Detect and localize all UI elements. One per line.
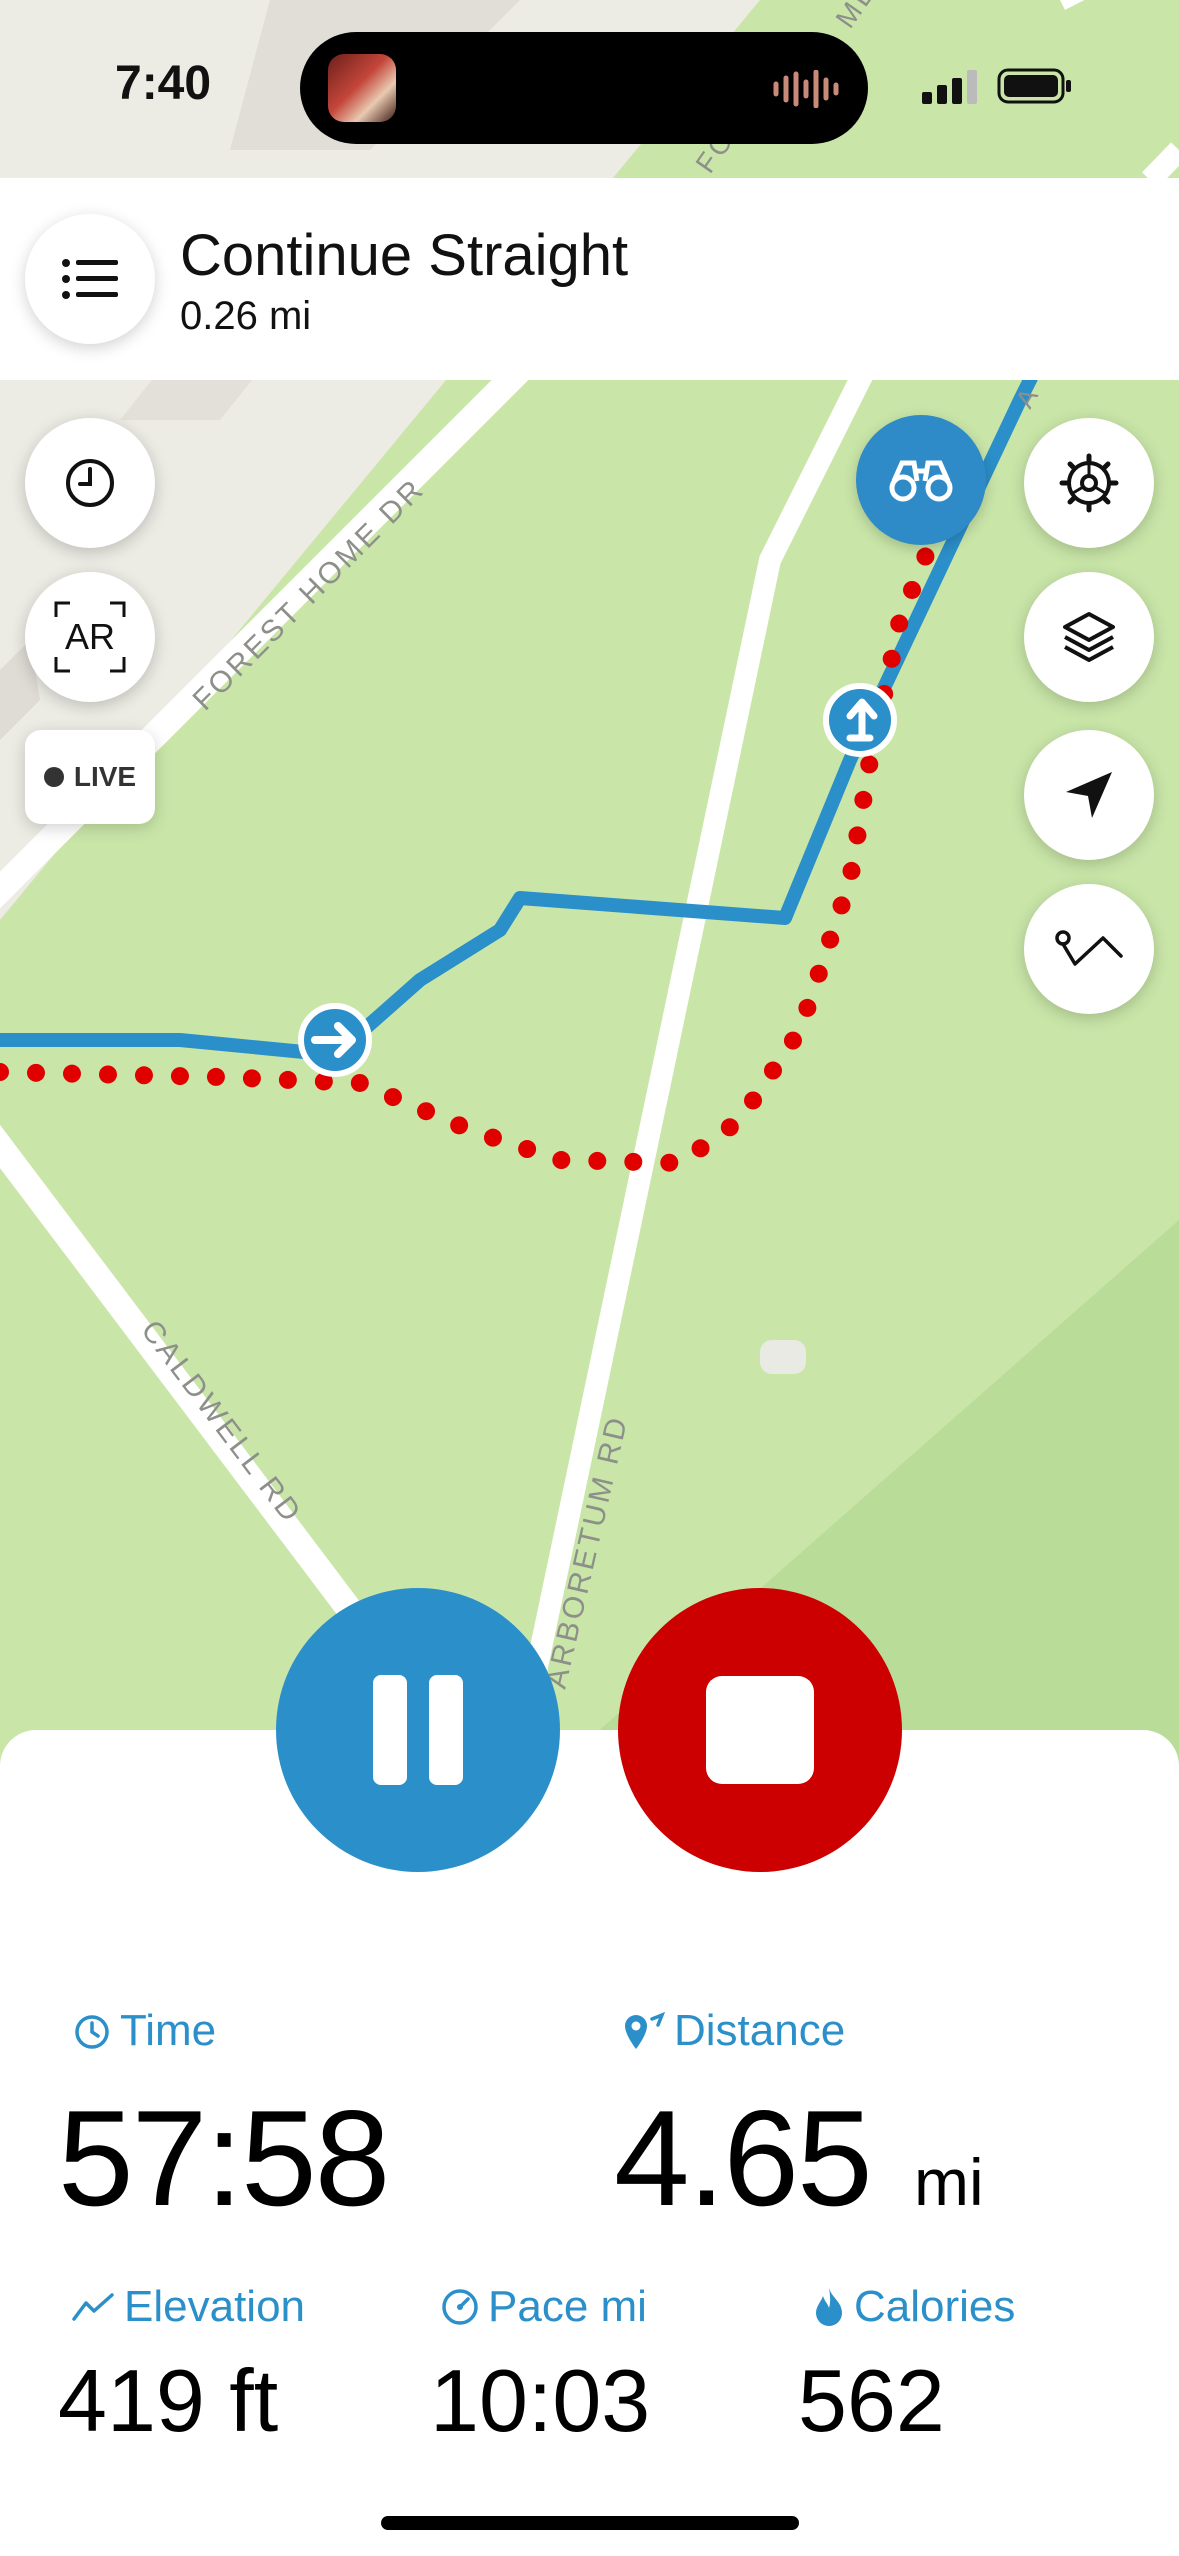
cellular-signal-icon — [922, 70, 977, 104]
time-value: 57:58 — [58, 2082, 390, 2234]
navigation-banner[interactable]: Continue Straight 0.26 mi — [0, 178, 1179, 380]
turn-marker-up — [823, 683, 897, 757]
speedometer-icon — [442, 2289, 478, 2325]
history-button[interactable] — [25, 418, 155, 548]
svg-text:AR: AR — [65, 616, 115, 657]
pause-button[interactable] — [276, 1588, 560, 1872]
map-layers-button[interactable] — [1024, 572, 1154, 702]
now-playing-artwork — [328, 54, 396, 122]
clock-icon — [66, 459, 114, 507]
ar-button[interactable]: AR — [25, 572, 155, 702]
audio-waveform-icon — [773, 70, 839, 108]
home-indicator[interactable] — [381, 2516, 799, 2530]
nav-instruction: Continue Straight — [180, 223, 629, 288]
time-stat-label: Time — [72, 2006, 216, 2056]
directions-list-button[interactable] — [25, 214, 155, 344]
live-tracking-button[interactable]: LIVE — [25, 730, 155, 824]
calories-value: 562 — [798, 2351, 945, 2450]
pace-value: 10:03 — [430, 2351, 651, 2450]
live-label: LIVE — [73, 761, 137, 792]
stop-button[interactable] — [618, 1588, 902, 1872]
pause-icon-bar — [429, 1675, 463, 1785]
stop-icon — [706, 1676, 814, 1784]
layers-icon — [1063, 612, 1115, 662]
recenter-location-button[interactable] — [1024, 730, 1154, 860]
distance-stat-label: Distance — [622, 2006, 845, 2056]
list-icon — [62, 259, 118, 299]
live-dot-icon — [43, 767, 64, 787]
pause-icon — [373, 1675, 407, 1785]
elevation-stat-label: Elevation — [72, 2282, 305, 2332]
dynamic-island[interactable] — [300, 32, 868, 144]
distance-value: 4.65 — [614, 2082, 873, 2234]
route-button[interactable] — [1024, 884, 1154, 1014]
battery-icon — [997, 68, 1071, 104]
binoculars-icon — [889, 460, 953, 502]
status-bar: 7:40 — [0, 0, 1179, 170]
calories-label-text: Calories — [854, 2282, 1016, 2331]
timer-icon — [75, 2015, 109, 2049]
location-arrow-icon — [1066, 772, 1112, 818]
settings-button[interactable] — [1024, 418, 1154, 548]
distance-label-text: Distance — [674, 2006, 846, 2055]
turn-marker-right — [298, 1003, 372, 1077]
clock: 7:40 — [115, 57, 212, 110]
gear-icon — [1059, 453, 1119, 513]
elevation-label-text: Elevation — [124, 2282, 306, 2331]
binoculars-button[interactable] — [856, 415, 986, 545]
calories-stat-label: Calories — [812, 2282, 1015, 2332]
elevation-value: 419 ft — [58, 2351, 279, 2450]
time-label-text: Time — [120, 2006, 217, 2055]
ar-icon: AR — [54, 601, 126, 673]
nav-distance: 0.26 mi — [180, 294, 312, 338]
location-pin-icon — [625, 2011, 666, 2049]
pace-stat-label: Pace mi — [440, 2282, 647, 2332]
pace-label-text: Pace mi — [488, 2282, 647, 2331]
route-icon — [1055, 930, 1123, 966]
distance-unit: mi — [914, 2145, 984, 2219]
elevation-icon — [72, 2293, 114, 2321]
flame-icon — [816, 2288, 842, 2326]
